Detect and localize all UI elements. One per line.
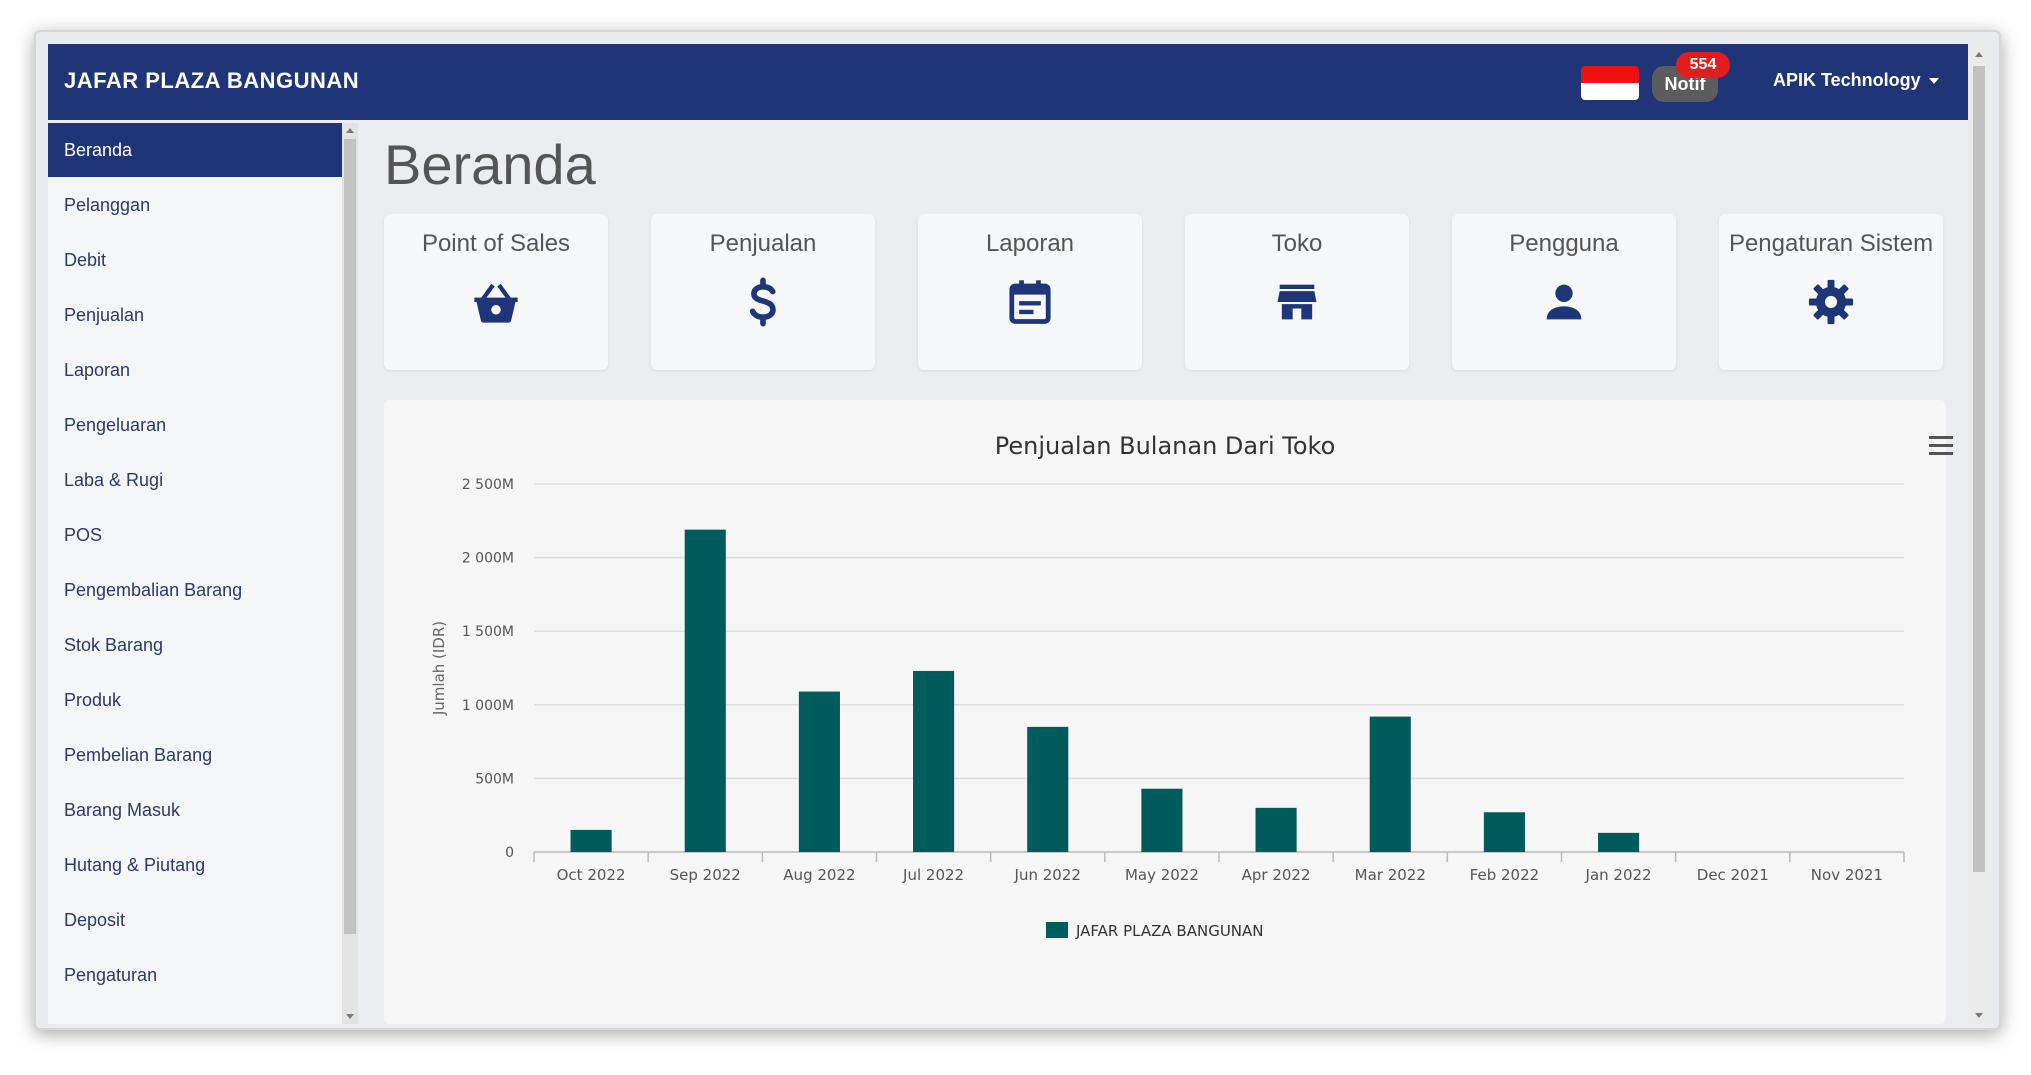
bar-aug-2022 <box>798 691 840 852</box>
user-menu-label: APIK Technology <box>1773 70 1921 90</box>
sidebar-item-laporan[interactable]: Laporan <box>48 343 342 397</box>
scroll-down-arrow-icon[interactable] <box>346 1014 354 1019</box>
card-label: Laporan <box>985 230 1075 257</box>
x-tick-label: Apr 2022 <box>1242 866 1311 884</box>
bar-sep-2022 <box>684 529 726 852</box>
store-icon <box>1277 284 1317 320</box>
legend-label: JAFAR PLAZA BANGUNAN <box>1075 922 1264 940</box>
y-axis-title: Jumlah (IDR) <box>430 621 448 716</box>
x-tick-label: May 2022 <box>1125 866 1199 884</box>
card-penjualan[interactable]: Penjualan <box>651 214 875 370</box>
sidebar-item-produk[interactable]: Produk <box>48 673 342 727</box>
scroll-down-arrow-icon[interactable] <box>1975 1013 1983 1018</box>
sidebar-item-laba-rugi[interactable]: Laba & Rugi <box>48 453 342 507</box>
y-tick-label: 500M <box>475 771 514 787</box>
x-tick-label: Nov 2021 <box>1811 866 1883 884</box>
card-label: Penjualan <box>709 230 817 257</box>
user-menu-dropdown[interactable]: APIK Technology <box>1773 70 1939 91</box>
chart-menu-hamburger-icon[interactable] <box>1929 436 1953 456</box>
card-label: Toko <box>1271 230 1323 257</box>
y-tick-label: 1 000M <box>462 698 514 714</box>
calendar-icon <box>1009 280 1051 324</box>
person-icon <box>1546 284 1582 320</box>
sidebar-item-hutang-piutang[interactable]: Hutang & Piutang <box>48 838 342 892</box>
sidebar-item-pos[interactable]: POS <box>48 508 342 562</box>
y-tick-label: 0 <box>505 845 514 861</box>
dollar-icon <box>749 277 776 327</box>
x-tick-label: Jul 2022 <box>902 866 964 884</box>
chart-title: Penjualan Bulanan Dari Toko <box>995 432 1336 460</box>
screenshot-frame: JAFAR PLAZA BANGUNAN Notif 554 APIK Tech… <box>34 30 2001 1030</box>
page-scrollbar[interactable] <box>1968 44 1990 1024</box>
sidebar-item-beranda[interactable]: Beranda <box>48 123 342 177</box>
y-tick-label: 1 500M <box>462 624 514 640</box>
bar-mar-2022 <box>1369 716 1411 852</box>
x-tick-label: Sep 2022 <box>670 866 741 884</box>
basket-icon <box>474 283 518 323</box>
x-tick-label: Jun 2022 <box>1014 866 1081 884</box>
card-pengguna[interactable]: Pengguna <box>1452 214 1676 370</box>
y-tick-label: 2 000M <box>462 551 514 567</box>
card-toko[interactable]: Toko <box>1185 214 1409 370</box>
card-pengaturan-sistem[interactable]: Pengaturan Sistem <box>1719 214 1943 370</box>
bar-jan-2022 <box>1598 832 1640 852</box>
card-point-of-sales[interactable]: Point of Sales <box>384 214 608 370</box>
sidebar: Beranda Pelanggan Debit Penjualan Lapora… <box>48 123 342 1024</box>
x-tick-label: Oct 2022 <box>557 866 626 884</box>
legend-swatch <box>1046 922 1068 938</box>
app-window: JAFAR PLAZA BANGUNAN Notif 554 APIK Tech… <box>48 44 1990 1024</box>
page-title: Beranda <box>384 133 596 196</box>
sidebar-scroll-thumb[interactable] <box>344 139 356 934</box>
top-navbar: JAFAR PLAZA BANGUNAN Notif 554 APIK Tech… <box>48 44 1968 120</box>
sidebar-item-pengembalian-barang[interactable]: Pengembalian Barang <box>48 563 342 617</box>
bar-jul-2022 <box>913 670 955 852</box>
scroll-up-arrow-icon[interactable] <box>1975 52 1983 57</box>
sidebar-scrollbar[interactable] <box>342 123 358 1024</box>
bar-jun-2022 <box>1027 726 1069 852</box>
y-tick-label: 2 500M <box>462 477 514 493</box>
x-tick-label: Jan 2022 <box>1585 866 1652 884</box>
card-label: Pengaturan Sistem <box>1728 230 1934 257</box>
sidebar-item-pengeluaran[interactable]: Pengeluaran <box>48 398 342 452</box>
x-tick-label: Feb 2022 <box>1470 866 1540 884</box>
sidebar-item-debit[interactable]: Debit <box>48 233 342 287</box>
bar-oct-2022 <box>570 829 612 852</box>
bar-feb-2022 <box>1483 812 1525 852</box>
page-scroll-thumb[interactable] <box>1973 66 1985 872</box>
brand-title[interactable]: JAFAR PLAZA BANGUNAN <box>64 68 359 94</box>
sidebar-item-pengaturan[interactable]: Pengaturan <box>48 948 342 1002</box>
card-label: Point of Sales <box>421 230 571 257</box>
x-tick-label: Dec 2021 <box>1697 866 1769 884</box>
sidebar-item-deposit[interactable]: Deposit <box>48 893 342 947</box>
notification-count-badge: 554 <box>1676 52 1730 78</box>
chart-panel: Penjualan Bulanan Dari Toko 0 500M 1 000M 1 … <box>384 400 1946 1024</box>
sidebar-item-penjualan[interactable]: Penjualan <box>48 288 342 342</box>
x-tick-label: Mar 2022 <box>1355 866 1426 884</box>
card-laporan[interactable]: Laporan <box>918 214 1142 370</box>
sales-bar-chart: Penjualan Bulanan Dari Toko 0 500M 1 000M 1 … <box>430 432 1905 940</box>
card-label: Pengguna <box>1509 230 1619 257</box>
gear-icon <box>1808 279 1854 325</box>
x-tick-label: Aug 2022 <box>783 866 855 884</box>
sidebar-item-pelanggan[interactable]: Pelanggan <box>48 178 342 232</box>
sidebar-item-barang-masuk[interactable]: Barang Masuk <box>48 783 342 837</box>
bar-may-2022 <box>1141 788 1183 852</box>
bar-apr-2022 <box>1255 807 1297 852</box>
sidebar-item-stok-barang[interactable]: Stok Barang <box>48 618 342 672</box>
caret-down-icon <box>1928 78 1939 85</box>
indonesia-flag-icon[interactable] <box>1581 66 1639 100</box>
sidebar-item-pembelian-barang[interactable]: Pembelian Barang <box>48 728 342 782</box>
scroll-up-arrow-icon[interactable] <box>346 128 354 133</box>
